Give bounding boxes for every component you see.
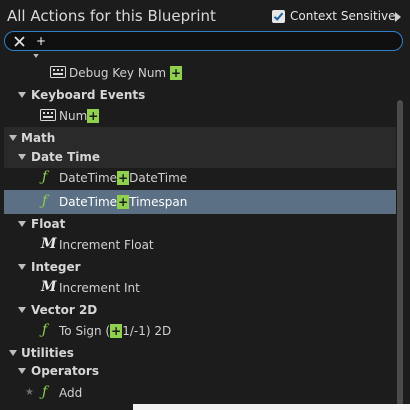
label-text: 1/-1) 2D xyxy=(122,324,172,338)
match-highlight: + xyxy=(169,66,183,80)
checkbox-icon[interactable] xyxy=(272,9,285,23)
action-label: Num+ xyxy=(59,109,100,123)
category-label: Math xyxy=(21,131,56,145)
label-text: To Sign ( xyxy=(59,324,111,338)
label-text: Debug Key Num xyxy=(69,66,167,80)
palette-title: All Actions for this Blueprint xyxy=(7,7,216,25)
context-sensitive-toggle[interactable]: Context Sensitive xyxy=(272,9,396,23)
label-text: DateTime xyxy=(59,195,118,209)
keyboard-icon xyxy=(40,109,56,123)
action-item[interactable]: M Increment Float xyxy=(4,234,396,256)
category-label: Operators xyxy=(31,364,99,378)
label-text: Timespan xyxy=(129,195,188,209)
collapse-arrow-icon[interactable] xyxy=(18,221,26,227)
label-text: Num xyxy=(59,109,88,123)
clear-icon[interactable] xyxy=(13,35,26,48)
action-label: Add xyxy=(59,386,83,400)
favorite-star-icon[interactable]: ★ xyxy=(25,387,34,398)
label-text: DateTime xyxy=(59,171,118,185)
action-item[interactable]: Debug Key Num + xyxy=(4,62,396,84)
action-item-selected[interactable]: ƒ DateTime+Timespan xyxy=(4,190,396,214)
action-item[interactable]: Num+ xyxy=(4,105,396,127)
collapse-arrow-icon[interactable] xyxy=(18,307,26,313)
function-icon: ƒ xyxy=(42,384,48,400)
collapse-arrow-icon[interactable] xyxy=(9,135,17,141)
search-value: + xyxy=(36,34,47,48)
category-vector-2d[interactable]: Vector 2D xyxy=(4,299,396,321)
match-highlight: + xyxy=(117,171,130,185)
action-item[interactable]: M Increment Int xyxy=(4,277,396,299)
label-text: DateTime xyxy=(129,171,188,185)
category-label: Integer xyxy=(31,260,81,274)
macro-icon: M xyxy=(41,279,57,295)
action-label: To Sign (+1/-1) 2D xyxy=(59,324,171,338)
category-label: Keyboard Events xyxy=(31,88,146,102)
category-label: Date Time xyxy=(31,150,101,164)
expand-arrow-icon[interactable] xyxy=(32,54,40,58)
action-label: DateTime+Timespan xyxy=(59,195,187,209)
function-icon: ƒ xyxy=(42,193,48,209)
match-highlight: + xyxy=(117,195,130,209)
category-keyboard-events[interactable]: Keyboard Events xyxy=(4,84,396,106)
function-icon: ƒ xyxy=(42,169,48,185)
checkmark-icon xyxy=(273,12,284,21)
match-highlight: + xyxy=(87,109,100,123)
category-integer[interactable]: Integer xyxy=(4,256,396,278)
expand-arrow-icon[interactable] xyxy=(395,12,401,22)
action-item[interactable]: ★ ƒ Add xyxy=(4,382,396,404)
category-operators[interactable]: Operators xyxy=(4,360,396,382)
collapse-arrow-icon[interactable] xyxy=(9,350,17,356)
palette-header: All Actions for this Blueprint Context S… xyxy=(0,0,410,32)
category-label: Vector 2D xyxy=(31,303,98,317)
action-label: Debug Key Num + xyxy=(69,66,183,80)
category-float[interactable]: Float xyxy=(4,213,396,235)
category-label: Utilities xyxy=(21,346,74,360)
collapse-arrow-icon[interactable] xyxy=(18,154,26,160)
match-highlight: + xyxy=(110,324,123,338)
macro-icon: M xyxy=(41,236,57,252)
scrollbar-thumb[interactable] xyxy=(397,100,403,405)
function-icon: ƒ xyxy=(42,322,48,338)
collapse-arrow-icon[interactable] xyxy=(18,92,26,98)
action-label: DateTime+DateTime xyxy=(59,171,187,185)
collapse-arrow-icon[interactable] xyxy=(18,264,26,270)
keyboard-icon xyxy=(50,66,66,80)
search-input[interactable]: + xyxy=(4,31,403,51)
action-label: Increment Float xyxy=(59,238,154,252)
context-sensitive-label: Context Sensitive xyxy=(290,9,396,23)
action-item[interactable]: ƒ DateTime+DateTime xyxy=(4,167,396,189)
category-date-time[interactable]: Date Time xyxy=(4,146,396,168)
collapse-arrow-icon[interactable] xyxy=(18,368,26,374)
action-label: Increment Int xyxy=(59,281,140,295)
background-canvas-edge xyxy=(133,404,410,410)
action-list: Debug Key Num + Keyboard Events Num+ Mat… xyxy=(4,54,396,404)
action-item[interactable]: ƒ To Sign (+1/-1) 2D xyxy=(4,320,396,342)
category-label: Float xyxy=(31,217,66,231)
